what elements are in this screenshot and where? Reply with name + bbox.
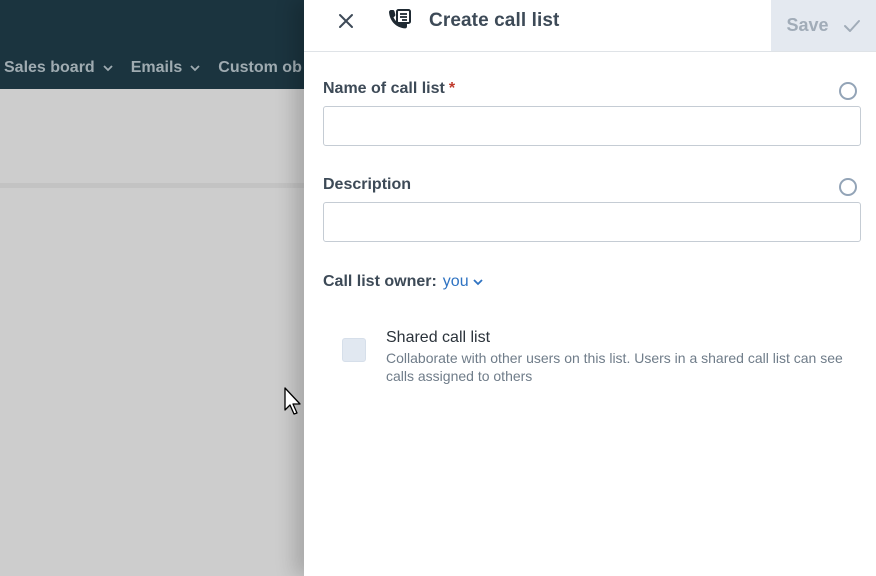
close-icon	[339, 14, 353, 28]
name-field-label: Name of call list *	[323, 80, 455, 98]
close-button[interactable]	[336, 11, 356, 31]
nav-item-sales-board[interactable]: Sales board	[0, 59, 127, 77]
main-nav: Sales board Emails Custom ob	[0, 48, 316, 88]
owner-select[interactable]: you	[443, 273, 483, 291]
owner-value: you	[442, 273, 469, 290]
description-input[interactable]	[323, 202, 861, 242]
call-list-name-input[interactable]	[323, 106, 861, 146]
nav-item-label: Sales board	[4, 59, 95, 76]
status-circle-icon	[839, 178, 857, 196]
name-field-label-text: Name of call list	[323, 80, 445, 97]
nav-item-emails[interactable]: Emails	[127, 59, 215, 77]
shared-call-list-title: Shared call list	[386, 329, 491, 346]
check-icon	[843, 19, 860, 32]
nav-item-custom-objects[interactable]: Custom ob	[214, 59, 316, 77]
owner-label: Call list owner:	[323, 273, 437, 290]
description-field-label: Description	[323, 176, 412, 193]
owner-row: Call list owner: you	[323, 273, 483, 291]
nav-item-label: Custom ob	[218, 59, 302, 76]
required-marker: *	[448, 80, 456, 97]
shared-call-list-checkbox[interactable]	[342, 338, 366, 362]
save-button[interactable]: Save	[771, 0, 876, 51]
call-list-icon	[389, 9, 411, 29]
chevron-down-icon	[472, 279, 483, 286]
create-call-list-drawer: Create call list Save Name of call list *…	[304, 0, 876, 576]
status-circle-icon	[839, 82, 857, 100]
chevron-down-icon	[190, 65, 200, 72]
mouse-cursor-icon	[284, 387, 301, 415]
drawer-title: Create call list	[429, 10, 560, 31]
save-button-label: Save	[786, 15, 829, 35]
app-window: Sales board Emails Custom ob Create call…	[0, 0, 876, 576]
nav-item-label: Emails	[130, 59, 183, 76]
chevron-down-icon	[103, 65, 113, 72]
drawer-header: Create call list Save	[304, 0, 876, 52]
shared-call-list-description: Collaborate with other users on this lis…	[386, 350, 843, 384]
